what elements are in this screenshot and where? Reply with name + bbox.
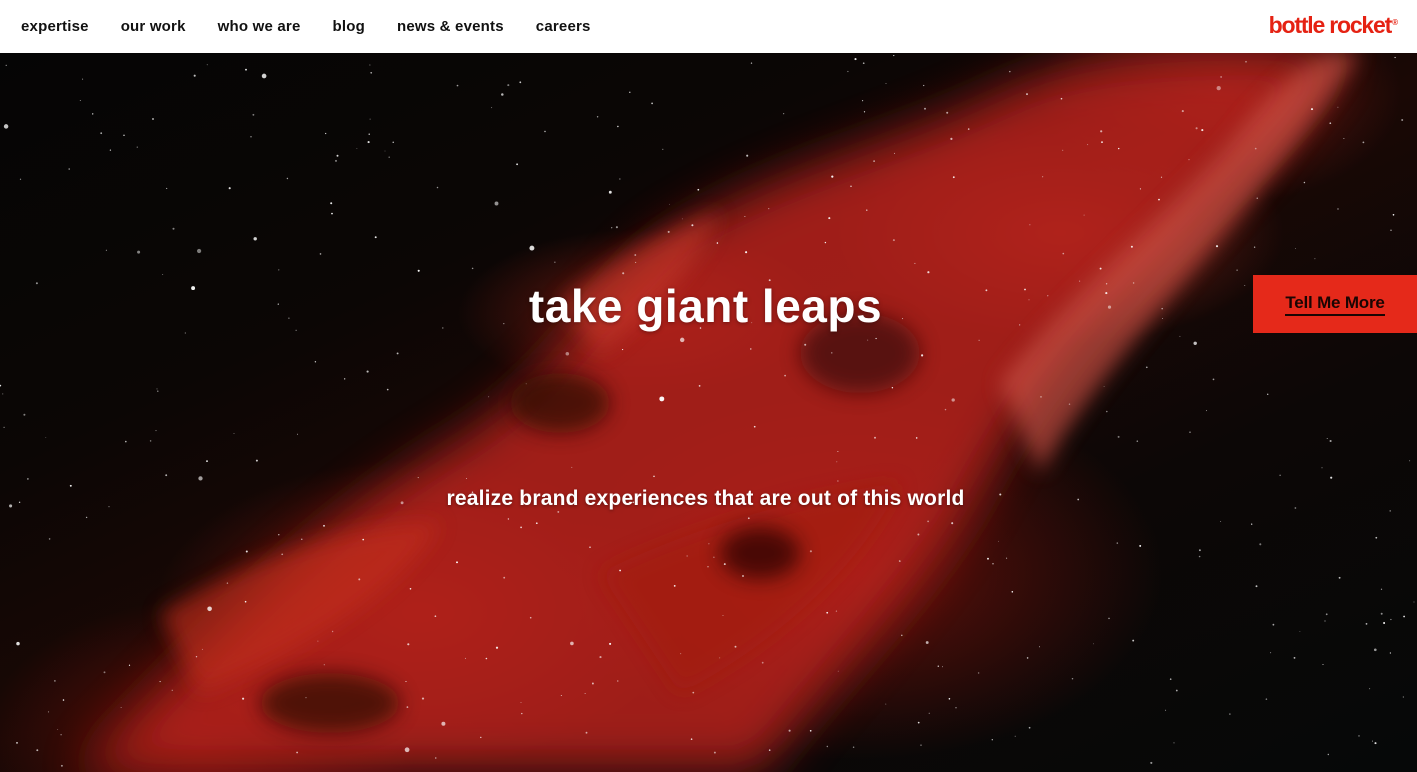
hero-headline: take giant leaps <box>528 280 883 332</box>
top-navigation-bar: expertise our work who we are blog news … <box>0 0 1417 53</box>
nav-item-careers[interactable]: careers <box>536 0 591 53</box>
hero-banner: take giant leaps realize brand experienc… <box>0 53 1417 772</box>
tell-me-more-button[interactable]: Tell Me More <box>1253 275 1417 333</box>
starfield <box>0 55 1415 767</box>
logo-text: bottle rocket <box>1268 12 1393 38</box>
hero-subheadline: realize brand experiences that are out o… <box>446 487 965 510</box>
nav-item-our-work[interactable]: our work <box>121 0 186 53</box>
nav-item-blog[interactable]: blog <box>333 0 365 53</box>
bottle-rocket-logo[interactable]: bottle rocket® <box>1269 10 1398 40</box>
tell-me-more-label: Tell Me More <box>1285 293 1385 316</box>
nav-item-who-we-are[interactable]: who we are <box>218 0 301 53</box>
nav-item-expertise[interactable]: expertise <box>21 0 89 53</box>
nav-item-news-events[interactable]: news & events <box>397 0 504 53</box>
page: expertise our work who we are blog news … <box>0 0 1417 772</box>
registered-mark: ® <box>1392 18 1398 27</box>
main-nav: expertise our work who we are blog news … <box>21 0 623 53</box>
